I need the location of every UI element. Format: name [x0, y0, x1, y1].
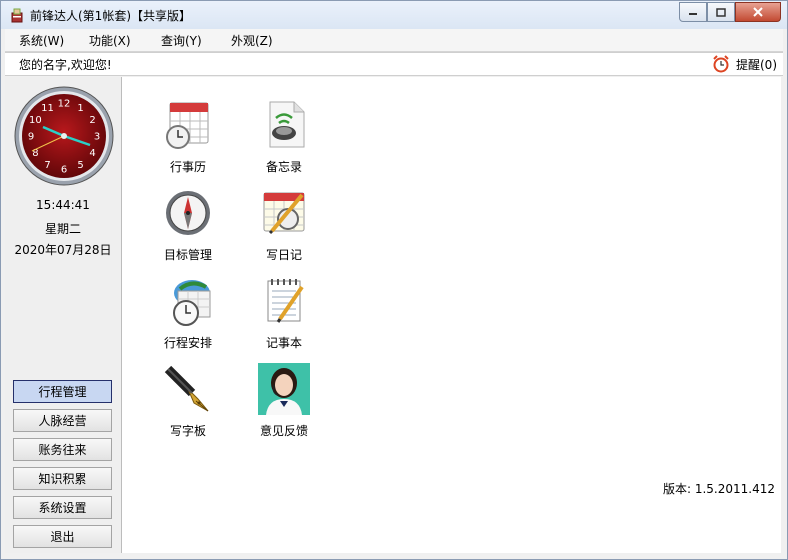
title-bar[interactable]: 前锋达人(第1帐套)【共享版】 [1, 1, 787, 29]
maximize-button[interactable] [707, 2, 735, 22]
schedule-clock-icon [173, 280, 211, 326]
tile-diary-label: 写日记 [265, 248, 302, 262]
welcome-text: 您的名字,欢迎您! [19, 58, 112, 72]
app-icon [11, 8, 23, 23]
tile-diary[interactable]: 写日记 [238, 187, 330, 263]
clock-numeral: 1 [77, 103, 83, 114]
tile-goals[interactable]: 目标管理 [142, 187, 234, 263]
alarm-clock-icon [713, 55, 729, 73]
tile-itinerary[interactable]: 行程安排 [142, 275, 234, 351]
tile-memo[interactable]: 备忘录 [238, 99, 330, 175]
menu-function[interactable]: 功能(X) [89, 32, 131, 49]
compass-icon [166, 191, 210, 235]
clock-time: 15:44:41 [36, 198, 90, 212]
fountain-pen-icon [164, 365, 209, 412]
clock-numeral: 5 [77, 160, 83, 171]
tile-feedback[interactable]: 意见反馈 [238, 363, 330, 439]
memo-speaker-icon [269, 101, 305, 148]
analog-clock: 12 1234567891011 [14, 86, 114, 186]
window-title: 前锋达人(第1帐套)【共享版】 [30, 9, 191, 23]
tile-goals-label: 目标管理 [163, 248, 212, 262]
tile-calendar[interactable]: 行事历 [142, 99, 234, 175]
clock-numeral: 4 [89, 148, 95, 159]
clock-numeral: 6 [61, 165, 67, 176]
nav-settings[interactable]: 系统设置 [13, 496, 112, 519]
clock-numeral: 3 [94, 132, 100, 143]
clock-numeral: 2 [89, 115, 95, 126]
clock-date: 2020年07月28日 [14, 243, 112, 257]
tile-notepad[interactable]: 记事本 [238, 275, 330, 351]
clock-numeral: 7 [44, 160, 50, 171]
menu-query[interactable]: 查询(Y) [161, 32, 202, 49]
menu-system[interactable]: 系统(W) [19, 32, 64, 49]
tile-wordpad-label: 写字板 [169, 424, 206, 438]
clock-numeral: 11 [41, 103, 54, 114]
tile-feedback-label: 意见反馈 [259, 424, 308, 438]
info-bar: 您的名字,欢迎您! 提醒(0) [5, 52, 783, 76]
tile-calendar-label: 行事历 [169, 160, 206, 174]
feedback-agent-icon [258, 363, 310, 415]
tile-memo-label: 备忘录 [265, 160, 302, 174]
menu-bar: 系统(W) 功能(X) 查询(Y) 外观(Z) [5, 29, 783, 52]
notepad-icon [267, 279, 304, 323]
clock-numeral: 10 [29, 115, 42, 126]
close-icon [753, 7, 763, 17]
clock-numeral: 9 [28, 132, 34, 143]
main-panel: 行事历 备忘录 目标管理 写日记 行程安排 记事本 写字板 意见反馈 版本: 1… [122, 77, 781, 553]
calendar-clock-icon [166, 102, 209, 149]
clock-weekday: 星期二 [44, 222, 81, 236]
maximize-icon [716, 7, 726, 17]
nav-knowledge[interactable]: 知识积累 [13, 467, 112, 490]
nav-exit[interactable]: 退出 [13, 525, 112, 548]
clock-numeral: 12 [58, 99, 71, 110]
diary-pencil-icon [263, 192, 305, 235]
version-text: 版本: 1.5.2011.412 [662, 482, 775, 496]
left-panel: 12 1 2 3 4 5 6 7 8 9 10 11 15:44:41 星期二 2020年07月28日… [5, 77, 122, 553]
tile-wordpad[interactable]: 写字板 [142, 363, 234, 439]
nav-schedule[interactable]: 行程管理 [13, 380, 112, 403]
nav-contacts[interactable]: 人脉经营 [13, 409, 112, 432]
reminder-button[interactable]: 提醒(0) [712, 55, 777, 73]
reminder-label: 提醒(0) [736, 57, 777, 72]
tile-notepad-label: 记事本 [265, 336, 302, 350]
main-window: 前锋达人(第1帐套)【共享版】 系统(W) 功能(X) 查询(Y) 外观(Z) … [0, 0, 788, 560]
tile-itinerary-label: 行程安排 [163, 336, 212, 350]
minimize-icon [689, 13, 697, 15]
minimize-button[interactable] [679, 2, 707, 22]
menu-appearance[interactable]: 外观(Z) [231, 32, 273, 49]
nav-accounts[interactable]: 账务往来 [13, 438, 112, 461]
close-button[interactable] [735, 2, 781, 22]
